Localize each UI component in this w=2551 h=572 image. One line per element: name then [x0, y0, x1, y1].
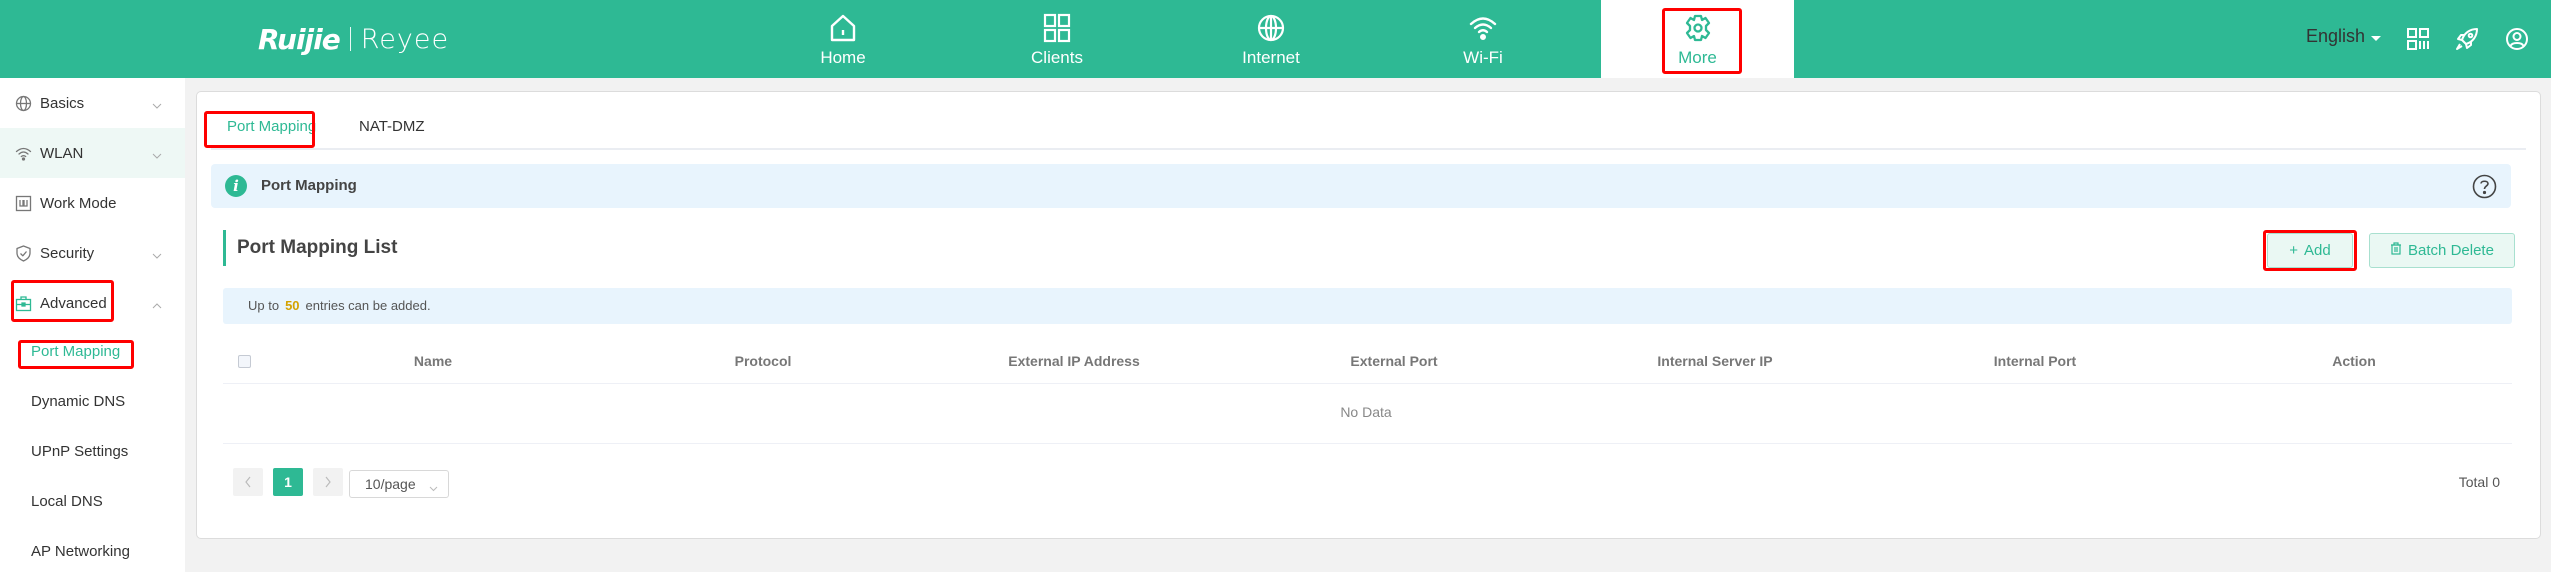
total-count: Total 0: [2458, 474, 2500, 490]
chevron-left-icon: [245, 476, 251, 488]
column-header-internal-port: Internal Port: [1993, 353, 2077, 369]
nav-home-label: Home: [820, 48, 866, 67]
column-header-internal-server-ip: Internal Server IP: [1657, 353, 1773, 369]
page-1-button[interactable]: 1: [273, 468, 303, 496]
column-header-external-ip: External IP Address: [1008, 353, 1140, 369]
language-selector[interactable]: English: [2306, 26, 2382, 47]
nav-internet[interactable]: Internet: [1176, 0, 1366, 78]
brand-secondary: Reyee: [360, 23, 450, 55]
batch-delete-button[interactable]: Batch Delete: [2369, 233, 2515, 268]
sidebar-item-label: Work Mode: [40, 194, 117, 212]
add-button-label: Add: [2304, 242, 2331, 259]
tab-nat-dmz[interactable]: NAT-DMZ: [359, 118, 425, 135]
sidebar-sub-local-dns[interactable]: Local DNS: [31, 493, 103, 510]
port-mapping-table: Name Protocol External IP Address Extern…: [223, 337, 2512, 444]
chevron-right-icon: [325, 476, 331, 488]
work-mode-icon: [15, 195, 32, 212]
chevron-down-icon: [429, 480, 438, 492]
info-title: Port Mapping: [261, 177, 357, 194]
nav-wifi[interactable]: Wi-Fi: [1388, 0, 1578, 78]
limit-prefix: Up to: [248, 298, 280, 313]
content-card: Port Mapping NAT-DMZ i Port Mapping Port…: [196, 91, 2541, 539]
shield-icon: [15, 244, 32, 262]
batch-delete-label: Batch Delete: [2408, 242, 2494, 259]
brand-separator: [349, 27, 351, 51]
nav-home[interactable]: Home: [748, 0, 938, 78]
sidebar-item-basics[interactable]: Basics: [0, 78, 185, 128]
column-header-action: Action: [2332, 353, 2376, 369]
brand-logo: Ruijie Reyee: [258, 22, 449, 56]
info-icon: i: [225, 175, 247, 197]
gear-icon: [1683, 12, 1713, 44]
globe-icon: [1256, 12, 1286, 44]
rocket-icon[interactable]: [2455, 27, 2479, 51]
sidebar-item-work-mode[interactable]: Work Mode: [0, 178, 185, 228]
sidebar-item-advanced[interactable]: Advanced: [0, 278, 185, 328]
wifi-icon: [15, 145, 32, 162]
empty-state-text: No Data: [1340, 404, 1392, 420]
help-icon[interactable]: [2472, 174, 2497, 199]
nav-wifi-label: Wi-Fi: [1463, 48, 1503, 67]
sidebar-item-label: Basics: [40, 94, 85, 112]
nav-more-label: More: [1678, 48, 1717, 67]
sidebar-sub-dynamic-dns[interactable]: Dynamic DNS: [31, 393, 125, 410]
sidebar-item-label: WLAN: [40, 144, 84, 162]
language-label: English: [2306, 26, 2366, 46]
nav-internet-label: Internet: [1242, 48, 1300, 67]
user-icon[interactable]: [2505, 27, 2529, 51]
toolbox-icon: [15, 295, 32, 312]
nav-more[interactable]: More: [1601, 0, 1794, 78]
column-header-name: Name: [413, 353, 453, 369]
globe-icon: [15, 95, 32, 112]
caret-down-icon: [2371, 35, 2382, 41]
sidebar-item-security[interactable]: Security: [0, 228, 185, 278]
chevron-down-icon: [152, 248, 162, 259]
sidebar-item-wlan[interactable]: WLAN: [0, 128, 185, 178]
top-header: Ruijie Reyee Home Clients Internet Wi-Fi…: [0, 0, 2551, 78]
limit-suffix: entries can be added.: [305, 298, 431, 313]
sidebar-sub-upnp-settings[interactable]: UPnP Settings: [31, 443, 128, 460]
tab-port-mapping[interactable]: Port Mapping: [227, 118, 316, 135]
next-page-button[interactable]: [313, 468, 343, 496]
section-title: Port Mapping List: [223, 230, 397, 266]
sidebar: Basics WLAN Work Mode Security Advanced …: [0, 78, 185, 572]
sidebar-sub-ap-networking[interactable]: AP Networking: [31, 543, 130, 560]
table-body: No Data: [223, 384, 2512, 444]
add-button[interactable]: + Add: [2267, 233, 2353, 268]
plus-icon: +: [2289, 242, 2299, 259]
select-all-checkbox[interactable]: [238, 355, 251, 368]
qr-code-icon[interactable]: [2406, 27, 2430, 51]
tab-bar: Port Mapping NAT-DMZ: [211, 92, 2526, 150]
info-bar: i Port Mapping: [211, 164, 2511, 208]
limit-count: 50: [285, 298, 300, 313]
nav-clients[interactable]: Clients: [962, 0, 1152, 78]
page-size-select[interactable]: 10/page: [349, 470, 449, 498]
page-size-value: 10/page: [365, 476, 416, 492]
chevron-down-icon: [152, 148, 162, 159]
sidebar-sub-port-mapping[interactable]: Port Mapping: [31, 343, 120, 360]
column-header-external-port: External Port: [1350, 353, 1438, 369]
sidebar-item-label: Advanced: [40, 294, 107, 312]
nav-clients-label: Clients: [1031, 48, 1083, 67]
sidebar-item-label: Security: [40, 244, 95, 262]
brand-primary: Ruijie: [258, 22, 341, 56]
trash-icon: [2390, 242, 2402, 259]
chevron-up-icon: [152, 298, 162, 309]
column-header-protocol: Protocol: [734, 353, 792, 369]
prev-page-button[interactable]: [233, 468, 263, 496]
clients-grid-icon: [1043, 12, 1071, 44]
chevron-down-icon: [152, 98, 162, 109]
table-header: Name Protocol External IP Address Extern…: [223, 337, 2512, 384]
wifi-icon: [1468, 12, 1498, 44]
entry-limit-notice: Up to 50 entries can be added.: [223, 288, 2512, 324]
home-icon: [829, 12, 857, 44]
